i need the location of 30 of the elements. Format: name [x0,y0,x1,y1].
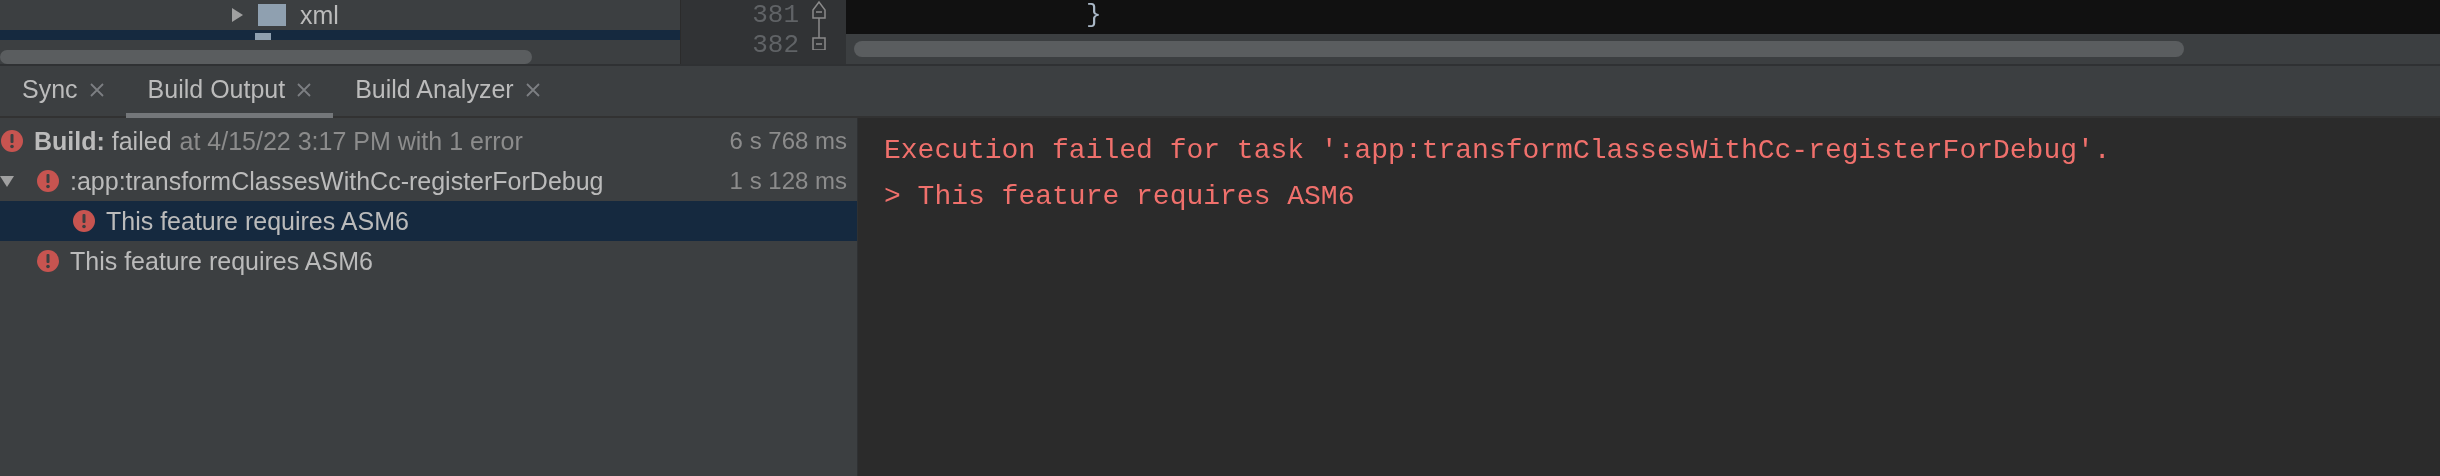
code-line: } [1085,0,1103,30]
folder-label: xml [300,0,339,30]
console-line: Execution failed for task ':app:transformClassesWithCc-registerForDebug'. [884,134,2112,168]
tree-label: This feature requires ASM6 [106,206,409,236]
tree-label: This feature requires ASM6 [70,246,373,276]
scrollbar[interactable] [854,41,2184,57]
close-icon[interactable] [525,82,540,97]
folder-icon [258,4,286,26]
tab-label: Sync [22,75,78,104]
tree-row[interactable]: :app:transformClassesWithCc-registerForDebug 1 s 128 ms [0,161,857,201]
tab[interactable]: Build Analyzer [333,66,562,118]
tab-label: Build Output [147,75,286,104]
tree-label: Build: failed [34,126,172,156]
file-icon [255,30,271,40]
duration: 6 s 768 ms [729,127,847,155]
console-line: > This feature requires ASM6 [884,180,1356,214]
tree-label: :app:transformClassesWithCc-registerForDebug [70,166,604,196]
tree-row[interactable]: This feature requires ASM6 [0,201,857,241]
tab-label: Build Analyzer [355,75,514,104]
close-icon[interactable] [89,82,104,97]
scrollbar[interactable] [0,50,532,64]
caret-right-icon[interactable] [230,8,244,22]
tree-row[interactable]: This feature requires ASM6 [0,241,857,281]
duration: 1 s 128 ms [729,167,847,195]
caret-down-icon[interactable] [0,174,14,188]
tab[interactable]: Sync [0,66,126,118]
tree-row[interactable]: Build: failed at 4/15/22 3:17 PM with 1 error 6 s 768 ms [0,121,857,161]
close-icon[interactable] [297,82,312,97]
fold-marker-icon[interactable] [811,0,827,50]
build-detail: at 4/15/22 3:17 PM with 1 error [179,126,523,156]
